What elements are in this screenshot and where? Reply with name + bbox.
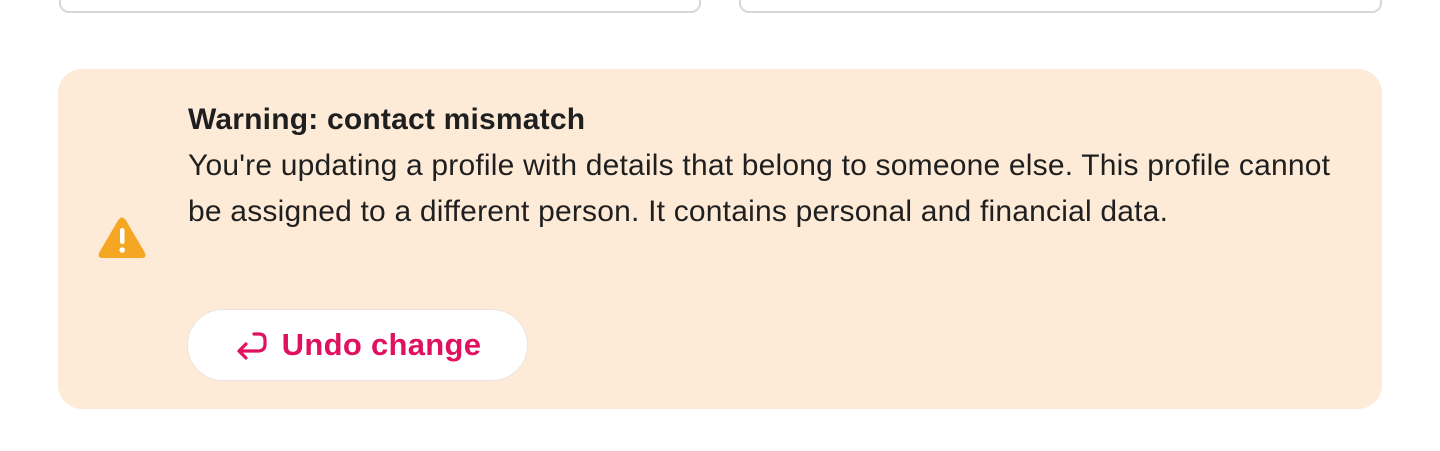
- undo-arrow-icon: [234, 328, 268, 362]
- input-field-right[interactable]: [739, 0, 1382, 13]
- undo-change-button[interactable]: Undo change: [187, 309, 528, 381]
- input-field-left[interactable]: [59, 0, 701, 13]
- alert-message: You're updating a profile with details t…: [188, 149, 1331, 228]
- alert-content: Warning: contact mismatch You're updatin…: [188, 100, 1338, 235]
- page: Warning: contact mismatch You're updatin…: [0, 0, 1440, 451]
- warning-alert: Warning: contact mismatch You're updatin…: [58, 69, 1382, 409]
- alert-title: Warning: contact mismatch: [188, 103, 586, 136]
- undo-button-label: Undo change: [281, 327, 482, 362]
- warning-triangle-icon: [97, 215, 147, 261]
